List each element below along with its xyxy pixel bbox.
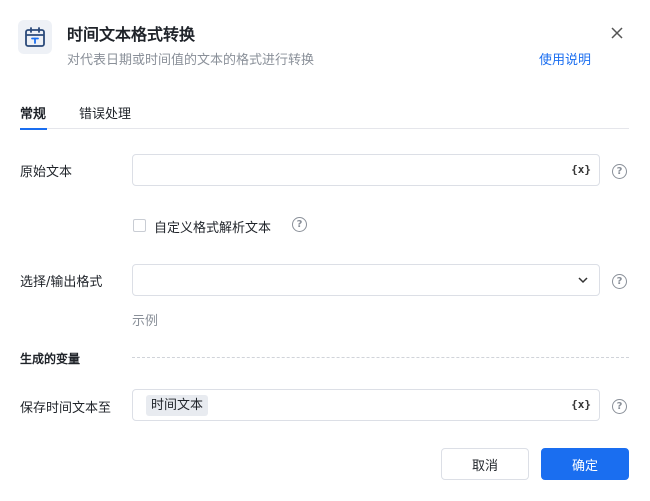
calendar-icon: [18, 20, 52, 54]
tab-bar: 常规 错误处理: [20, 100, 629, 130]
section-title: 生成的变量: [20, 352, 81, 366]
variable-icon[interactable]: {x}: [571, 398, 591, 411]
section-divider: [132, 357, 629, 358]
custom-format-checkbox[interactable]: [133, 219, 146, 232]
output-format-label: 选择/输出格式: [20, 275, 103, 290]
custom-format-label: 自定义格式解析文本: [154, 221, 272, 236]
cancel-button[interactable]: 取消: [441, 448, 529, 480]
dialog: 时间文本格式转换 对代表日期或时间值的文本的格式进行转换 使用说明 常规 错误处…: [0, 0, 650, 501]
variable-tag: 时间文本: [146, 395, 209, 416]
save-to-input[interactable]: 时间文本 {x}: [132, 389, 600, 421]
help-link[interactable]: 使用说明: [539, 49, 591, 68]
help-question-icon[interactable]: ?: [292, 217, 307, 232]
tab-general[interactable]: 常规: [20, 103, 47, 130]
source-text-label: 原始文本: [20, 165, 73, 180]
source-text-input[interactable]: {x}: [132, 154, 600, 186]
tab-active-indicator: [20, 128, 47, 130]
dialog-title: 时间文本格式转换: [67, 25, 196, 44]
tab-error-handling-label: 错误处理: [79, 107, 132, 122]
dialog-subtitle: 对代表日期或时间值的文本的格式进行转换: [67, 53, 315, 68]
confirm-button[interactable]: 确定: [541, 448, 629, 480]
help-question-icon[interactable]: ?: [612, 399, 627, 414]
help-question-icon[interactable]: ?: [612, 164, 627, 179]
output-format-select[interactable]: [132, 264, 600, 296]
help-question-icon[interactable]: ?: [612, 274, 627, 289]
chevron-down-icon: [578, 277, 588, 284]
tab-general-label: 常规: [20, 107, 47, 122]
close-button[interactable]: [606, 22, 628, 44]
close-icon: [611, 27, 623, 39]
save-to-label: 保存时间文本至: [20, 401, 112, 416]
tab-error-handling[interactable]: 错误处理: [79, 103, 131, 129]
example-text: 示例: [132, 314, 159, 329]
variable-icon[interactable]: {x}: [571, 163, 591, 176]
